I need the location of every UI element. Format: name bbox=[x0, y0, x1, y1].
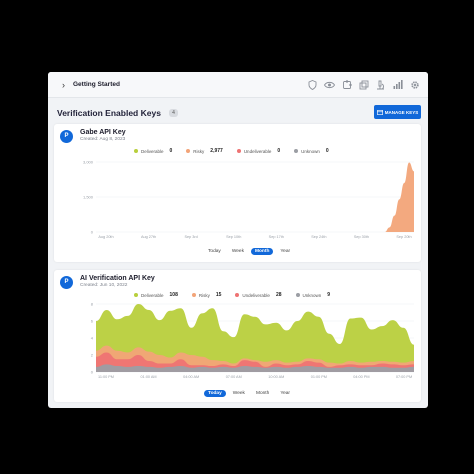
chevron-right-icon[interactable]: › bbox=[62, 80, 65, 90]
x-tick-label: Sep 20th bbox=[396, 235, 411, 239]
legend-dot bbox=[235, 293, 240, 297]
legend-value: 28 bbox=[275, 292, 282, 298]
key-created-date: Created: Jun 10, 2022 bbox=[80, 283, 128, 288]
usage-chart: 3,000 1,500 0 Aug 20th Aug 27th Sep 3rd Sep 10… bbox=[83, 160, 414, 239]
key-name: Gabe API Key bbox=[80, 129, 126, 136]
legend-label: Risky bbox=[193, 148, 205, 154]
legend-value: 108 bbox=[169, 292, 178, 298]
y-tick-label: 0 bbox=[91, 370, 94, 375]
y-tick-label: 3,000 bbox=[83, 160, 94, 165]
top-bar: › Getting Started bbox=[48, 72, 428, 98]
legend-value: 15 bbox=[215, 292, 222, 298]
tab-week[interactable]: Week bbox=[229, 390, 249, 397]
x-tick-label: Sep 3rd bbox=[184, 235, 197, 239]
x-tick-label: Aug 20th bbox=[98, 235, 113, 239]
x-tick-label: Sep 10th bbox=[226, 235, 241, 239]
legend-value: 0 bbox=[325, 148, 329, 154]
x-tick-label: 04:00 PM bbox=[353, 375, 369, 379]
x-tick-label: 07:00 AM bbox=[226, 375, 242, 379]
eye-icon[interactable] bbox=[324, 79, 335, 90]
y-tick-label: 1,500 bbox=[83, 195, 94, 200]
legend-label: Unknown bbox=[302, 292, 322, 298]
tab-today[interactable]: Today bbox=[204, 248, 225, 255]
tab-month[interactable]: Month bbox=[251, 248, 274, 255]
legend-label: Deliverable bbox=[141, 148, 164, 154]
manage-keys-button[interactable]: MANAGE KEYS bbox=[374, 105, 421, 119]
x-tick-label: 07:00 PM bbox=[396, 375, 412, 379]
microscope-icon[interactable] bbox=[375, 79, 386, 90]
y-tick-label: 2 bbox=[91, 353, 94, 358]
tab-year[interactable]: Year bbox=[276, 248, 294, 255]
legend-dot bbox=[134, 149, 138, 153]
x-tick-label: 01:00 PM bbox=[311, 375, 327, 379]
legend-dot bbox=[186, 149, 191, 153]
chart-legend: Deliverable 0 Risky 2,977 Undeliverable … bbox=[134, 148, 343, 154]
tab-month[interactable]: Month bbox=[252, 390, 273, 397]
legend-dot bbox=[294, 149, 299, 153]
legend-label: Undeliverable bbox=[242, 292, 270, 298]
tab-week[interactable]: Week bbox=[228, 248, 248, 255]
legend-label: Risky bbox=[198, 292, 210, 298]
y-tick-label: 6 bbox=[91, 319, 94, 324]
x-tick-label: Aug 27th bbox=[141, 235, 156, 239]
legend-dot bbox=[191, 293, 196, 297]
tab-today[interactable]: Today bbox=[204, 390, 226, 397]
puzzle-icon[interactable] bbox=[341, 79, 352, 90]
manage-keys-label: MANAGE KEYS bbox=[384, 109, 419, 115]
dashboard-window: › Getting Started Verification Enabled K… bbox=[48, 72, 428, 408]
key-created-date: Created: Aug 8, 2023 bbox=[80, 137, 126, 142]
usage-chart: 8 6 4 2 0 11:00 PM 01:00 AM 04:00 AM 07:00 AM 10:… bbox=[91, 302, 414, 379]
legend-value: 9 bbox=[327, 292, 331, 298]
key-name: AI Verification API Key bbox=[80, 275, 155, 282]
x-tick-label: Sep 17th bbox=[269, 235, 284, 239]
x-tick-label: 04:00 AM bbox=[183, 375, 199, 379]
y-tick-label: 8 bbox=[91, 302, 94, 307]
api-key-card: P Gabe API Key Created: Aug 8, 2023 Deli… bbox=[54, 124, 421, 262]
legend-label: Undeliverable bbox=[243, 148, 272, 154]
y-tick-label: 0 bbox=[91, 230, 94, 235]
section-header: Verification Enabled Keys 4 MANAGE KEYS bbox=[57, 104, 421, 122]
shield-icon[interactable] bbox=[307, 79, 318, 90]
toolbar-icons bbox=[307, 79, 420, 90]
legend-label: Unknown bbox=[301, 148, 320, 154]
legend-value: 2,977 bbox=[210, 148, 223, 154]
legend-dot bbox=[295, 293, 300, 297]
legend-value: 0 bbox=[277, 148, 281, 154]
avatar: P bbox=[60, 130, 73, 143]
legend-dot bbox=[134, 293, 138, 297]
avatar: P bbox=[60, 276, 73, 289]
settings-icon[interactable] bbox=[409, 79, 420, 90]
x-tick-label: Sep 30th bbox=[354, 235, 369, 239]
card-icon bbox=[376, 109, 383, 115]
period-tabs: Today Week Month Year bbox=[204, 248, 294, 255]
x-tick-label: 10:00 AM bbox=[268, 375, 284, 379]
legend-label: Deliverable bbox=[141, 292, 164, 298]
legend-value: 0 bbox=[169, 148, 173, 154]
key-count-badge: 4 bbox=[169, 109, 178, 117]
x-tick-label: 01:00 AM bbox=[141, 375, 157, 379]
x-tick-label: Sep 24th bbox=[311, 235, 326, 239]
layers-icon[interactable] bbox=[358, 79, 369, 90]
period-tabs: Today Week Month Year bbox=[204, 390, 294, 397]
legend-dot bbox=[236, 149, 241, 153]
y-tick-label: 4 bbox=[91, 336, 94, 341]
signal-icon[interactable] bbox=[392, 79, 403, 90]
page-title: Getting Started bbox=[73, 81, 120, 88]
tab-year[interactable]: Year bbox=[276, 390, 294, 397]
x-tick-label: 11:00 PM bbox=[98, 375, 114, 379]
section-title: Verification Enabled Keys bbox=[57, 108, 161, 118]
api-key-card: P AI Verification API Key Created: Jun 1… bbox=[54, 270, 421, 402]
chart-legend: Deliverable 108 Risky 15 Undeliverable 2… bbox=[134, 292, 344, 298]
